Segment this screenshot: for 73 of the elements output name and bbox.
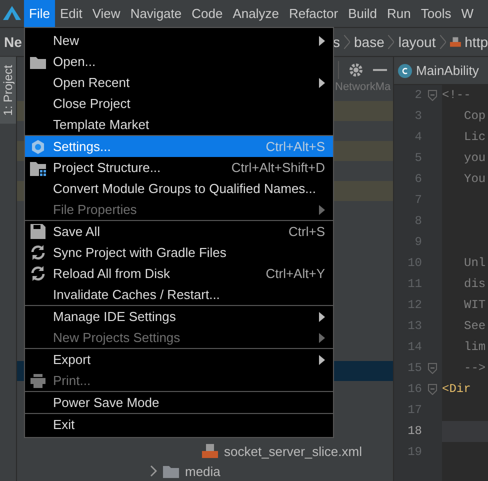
floppy-icon	[30, 224, 46, 239]
menu-bar-item[interactable]: Run	[382, 0, 416, 27]
fold-icon[interactable]	[428, 384, 436, 395]
folder-icon	[163, 464, 179, 478]
chevron-icon	[388, 35, 394, 49]
menu-item[interactable]: Reload All from Disk Ctrl+Alt+Y	[25, 263, 333, 284]
menu-bar-item[interactable]: Analyze	[228, 0, 284, 27]
menu-bar-item[interactable]: File	[24, 0, 55, 27]
class-icon	[398, 64, 412, 78]
code-text: WIT	[464, 298, 486, 312]
menu-bar-item[interactable]: Navigate	[125, 0, 187, 27]
menu-item[interactable]: Project Structure... Ctrl+Alt+Shift+D	[25, 157, 333, 178]
code-text: -->	[464, 361, 486, 375]
shortcut-label: Ctrl+S	[288, 224, 325, 239]
sync-icon	[30, 266, 46, 281]
chevron-icon	[440, 35, 446, 49]
shortcut-label: Ctrl+Alt+Shift+D	[231, 160, 325, 175]
menu-item[interactable]: Export	[25, 349, 333, 370]
breadcrumb-item[interactable]: s	[333, 34, 340, 50]
fold-icon[interactable]	[428, 90, 436, 101]
menu-item[interactable]: Power Save Mode	[25, 392, 333, 413]
menu-bar-item[interactable]: Build	[343, 0, 382, 27]
code-text: Lic	[464, 130, 486, 144]
gear-icon	[30, 138, 46, 154]
sync-icon	[30, 245, 46, 260]
menu-item[interactable]: Exit	[25, 414, 333, 435]
menu-item[interactable]: Manage IDE Settings	[25, 306, 333, 327]
xml-file-icon	[202, 444, 218, 458]
settings-icon[interactable]	[349, 62, 363, 76]
tree-item[interactable]: media	[185, 464, 220, 478]
code-text: See	[464, 319, 486, 333]
menu-bar-item[interactable]: W	[456, 0, 479, 27]
menu-bar-item[interactable]: View	[87, 0, 126, 27]
menu-item[interactable]: Open...	[25, 51, 333, 72]
menu-item[interactable]: Convert Module Groups to Qualified Names...	[25, 178, 333, 199]
xml-file-icon	[450, 35, 461, 49]
code-text: <!--	[442, 88, 471, 102]
fold-icon[interactable]	[428, 363, 436, 374]
menu-bar-item[interactable]: Edit	[54, 0, 88, 27]
code-text: you	[464, 151, 486, 165]
code-text: dis	[464, 277, 486, 291]
menu-item[interactable]: Save All Ctrl+S	[25, 221, 333, 242]
shortcut-label: Ctrl+Alt+Y	[266, 266, 325, 281]
logo-icon[interactable]	[3, 6, 21, 20]
code-text: <Dir	[442, 382, 471, 396]
chevron-icon	[344, 35, 350, 49]
tree-item[interactable]: socket_server_slice.xml	[224, 444, 362, 458]
menu-item[interactable]: New	[25, 30, 333, 51]
folder-grid-icon	[30, 160, 46, 176]
code-text: Cop	[464, 109, 486, 123]
menu-item[interactable]: Open Recent	[25, 72, 333, 93]
chevron-icon[interactable]	[149, 465, 157, 477]
printer-icon	[30, 374, 46, 388]
breadcrumb-item[interactable]: http	[464, 34, 488, 50]
menu-bar-item[interactable]: Tools	[416, 0, 456, 27]
minimize-icon[interactable]	[373, 68, 387, 70]
menu-item[interactable]: Settings... Ctrl+Alt+S	[25, 136, 333, 157]
code-text: lim	[464, 340, 486, 354]
breadcrumb-item[interactable]: base	[354, 34, 384, 50]
menu-bar-item[interactable]: Code	[186, 0, 228, 27]
menu-bar-item[interactable]: Refactor	[284, 0, 344, 27]
breadcrumb-item[interactable]: layout	[398, 34, 436, 50]
menu-item[interactable]: Sync Project with Gradle Files	[25, 242, 333, 263]
panel-header: NetworkMa	[335, 82, 391, 93]
code-text: You	[464, 172, 486, 186]
line-number: 18	[406, 423, 422, 440]
code-text: Unl	[464, 256, 486, 270]
folder-icon	[30, 54, 46, 68]
menu-item[interactable]: Template Market	[25, 114, 333, 135]
shortcut-label: Ctrl+Alt+S	[266, 139, 325, 154]
project-tool-tab[interactable]: 1: Project	[0, 57, 16, 124]
menu-item[interactable]: Close Project	[25, 93, 333, 114]
menu-item[interactable]: Invalidate Caches / Restart...	[25, 284, 333, 305]
